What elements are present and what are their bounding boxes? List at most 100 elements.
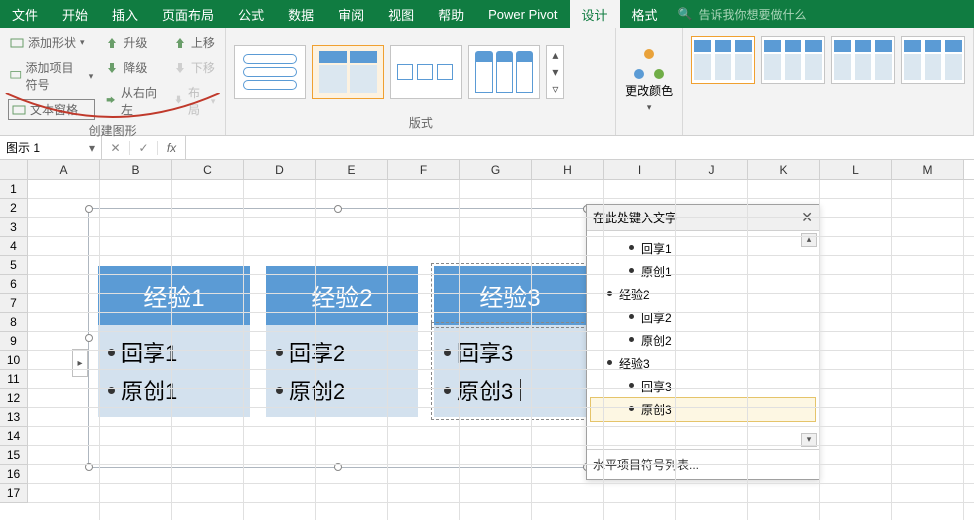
chevron-down-icon: ▾ bbox=[80, 37, 85, 48]
col-header-H[interactable]: H bbox=[532, 160, 604, 179]
row-headers: 1234567891011121314151617 bbox=[0, 180, 28, 520]
layout-option-1[interactable] bbox=[234, 45, 306, 99]
menu-文件[interactable]: 文件 bbox=[0, 0, 50, 28]
text-pane-header[interactable]: 在此处键入文字 ✕ bbox=[587, 205, 819, 231]
menu-公式[interactable]: 公式 bbox=[226, 0, 276, 28]
chevron-down-icon: ▾ bbox=[647, 102, 652, 113]
text-pane-item[interactable]: 经验2 bbox=[591, 283, 815, 306]
row-header-5[interactable]: 5 bbox=[0, 256, 28, 275]
row-header-2[interactable]: 2 bbox=[0, 199, 28, 218]
text-pane-item[interactable]: 回享1 bbox=[591, 237, 815, 260]
col-header-D[interactable]: D bbox=[244, 160, 316, 179]
ribbon-btn-添加形状[interactable]: 添加形状▾ bbox=[8, 32, 95, 53]
row-header-1[interactable]: 1 bbox=[0, 180, 28, 199]
style-option-1[interactable] bbox=[691, 36, 755, 84]
ribbon-btn-升级[interactable]: 升级 bbox=[103, 32, 163, 53]
text-pane-body[interactable]: ▴ ▾ 回享1原创1经验2回享2原创2经验3回享3原创3 bbox=[587, 231, 819, 449]
row-header-14[interactable]: 14 bbox=[0, 427, 28, 446]
col-header-L[interactable]: L bbox=[820, 160, 892, 179]
smartart-column-2[interactable]: 经验2回享2原创2 bbox=[266, 266, 418, 417]
menu-设计[interactable]: 设计 bbox=[570, 0, 620, 28]
smartart-bullet[interactable]: 回享3 bbox=[444, 333, 576, 371]
tell-me-search[interactable]: 🔍 告诉我你想要做什么 bbox=[670, 0, 974, 28]
style-option-4[interactable] bbox=[901, 36, 965, 84]
change-colors-label: 更改颜色 bbox=[625, 82, 673, 99]
row-header-10[interactable]: 10 bbox=[0, 351, 28, 370]
name-box[interactable]: 图示 1 ▾ bbox=[0, 136, 102, 159]
text-pane-item[interactable]: 回享2 bbox=[591, 306, 815, 329]
layout-option-2[interactable] bbox=[312, 45, 384, 99]
menu-插入[interactable]: 插入 bbox=[100, 0, 150, 28]
icon bbox=[10, 69, 22, 83]
ribbon-btn-文本窗格[interactable]: 文本窗格 bbox=[8, 99, 95, 120]
row-header-11[interactable]: 11 bbox=[0, 370, 28, 389]
smartart-bullet[interactable]: 回享1 bbox=[108, 333, 240, 371]
text-pane[interactable]: 在此处键入文字 ✕ ▴ ▾ 回享1原创1经验2回享2原创2经验3回享3原创3 水… bbox=[586, 204, 820, 480]
ribbon-btn-上移[interactable]: 上移 bbox=[171, 32, 217, 53]
row-header-16[interactable]: 16 bbox=[0, 465, 28, 484]
col-header-C[interactable]: C bbox=[172, 160, 244, 179]
tell-me-placeholder: 告诉我你想要做什么 bbox=[699, 6, 807, 23]
menu-格式[interactable]: 格式 bbox=[620, 0, 670, 28]
change-colors-button[interactable]: 更改颜色 ▾ bbox=[624, 32, 674, 129]
menu-视图[interactable]: 视图 bbox=[376, 0, 426, 28]
text-pane-item[interactable]: 经验3 bbox=[591, 352, 815, 375]
menu-开始[interactable]: 开始 bbox=[50, 0, 100, 28]
text-pane-item[interactable]: 原创3 bbox=[591, 398, 815, 421]
smartart-bullet[interactable]: 原创3 bbox=[444, 371, 576, 409]
fx-icon[interactable]: fx bbox=[158, 136, 186, 159]
text-pane-item[interactable]: 回享3 bbox=[591, 375, 815, 398]
smartart-column-3[interactable]: 经验3回享3原创3 bbox=[434, 266, 586, 417]
col-header-K[interactable]: K bbox=[748, 160, 820, 179]
row-header-8[interactable]: 8 bbox=[0, 313, 28, 332]
text-pane-toggle[interactable]: ▸ bbox=[72, 349, 88, 377]
smartart-body[interactable]: 回享2原创2 bbox=[266, 325, 418, 417]
col-header-E[interactable]: E bbox=[316, 160, 388, 179]
smartart-bullet[interactable]: 原创1 bbox=[108, 371, 240, 409]
layout-gallery-more[interactable]: ▴▾▿ bbox=[546, 45, 564, 99]
col-header-G[interactable]: G bbox=[460, 160, 532, 179]
formula-input[interactable] bbox=[186, 136, 974, 159]
text-pane-item[interactable]: 原创2 bbox=[591, 329, 815, 352]
row-header-4[interactable]: 4 bbox=[0, 237, 28, 256]
smartart-bullet[interactable]: 回享2 bbox=[276, 333, 408, 371]
col-header-F[interactable]: F bbox=[388, 160, 460, 179]
col-header-B[interactable]: B bbox=[100, 160, 172, 179]
cancel-formula-button[interactable]: ✕ bbox=[102, 141, 130, 155]
col-header-I[interactable]: I bbox=[604, 160, 676, 179]
smartart-bullet[interactable]: 原创2 bbox=[276, 371, 408, 409]
style-option-2[interactable] bbox=[761, 36, 825, 84]
ribbon-btn-降级[interactable]: 降级 bbox=[103, 57, 163, 78]
icon bbox=[105, 36, 119, 50]
ribbon-btn-添加项目符号[interactable]: 添加项目符号▾ bbox=[8, 57, 95, 95]
smartart-body[interactable]: 回享1原创1 bbox=[98, 325, 250, 417]
text-pane-item[interactable]: 原创1 bbox=[591, 260, 815, 283]
row-header-15[interactable]: 15 bbox=[0, 446, 28, 465]
group-label-create-shape: 创建图形 bbox=[8, 120, 217, 139]
menu-页面布局[interactable]: 页面布局 bbox=[150, 0, 226, 28]
select-all-corner[interactable] bbox=[0, 160, 28, 179]
ribbon-btn-从右向左[interactable]: 从右向左 bbox=[103, 82, 163, 120]
smartart-column-1[interactable]: 经验1回享1原创1 bbox=[98, 266, 250, 417]
cells-area[interactable]: ▸ 经验1回享1原创1经验2回享2原创2经验3回享3原创3 在此处键入文字 ✕ … bbox=[28, 180, 974, 520]
row-header-3[interactable]: 3 bbox=[0, 218, 28, 237]
menu-审阅[interactable]: 审阅 bbox=[326, 0, 376, 28]
col-header-A[interactable]: A bbox=[28, 160, 100, 179]
row-header-9[interactable]: 9 bbox=[0, 332, 28, 351]
row-header-17[interactable]: 17 bbox=[0, 484, 28, 503]
layout-option-3[interactable] bbox=[390, 45, 462, 99]
accept-formula-button[interactable]: ✓ bbox=[130, 141, 158, 155]
style-option-3[interactable] bbox=[831, 36, 895, 84]
row-header-6[interactable]: 6 bbox=[0, 275, 28, 294]
row-header-7[interactable]: 7 bbox=[0, 294, 28, 313]
name-formula-bar: 图示 1 ▾ ✕ ✓ fx bbox=[0, 136, 974, 160]
col-header-J[interactable]: J bbox=[676, 160, 748, 179]
menu-帮助[interactable]: 帮助 bbox=[426, 0, 476, 28]
smartart-body[interactable]: 回享3原创3 bbox=[434, 325, 586, 417]
layout-option-4[interactable] bbox=[468, 45, 540, 99]
col-header-M[interactable]: M bbox=[892, 160, 964, 179]
menu-Power Pivot[interactable]: Power Pivot bbox=[476, 0, 569, 28]
row-header-12[interactable]: 12 bbox=[0, 389, 28, 408]
menu-数据[interactable]: 数据 bbox=[276, 0, 326, 28]
row-header-13[interactable]: 13 bbox=[0, 408, 28, 427]
